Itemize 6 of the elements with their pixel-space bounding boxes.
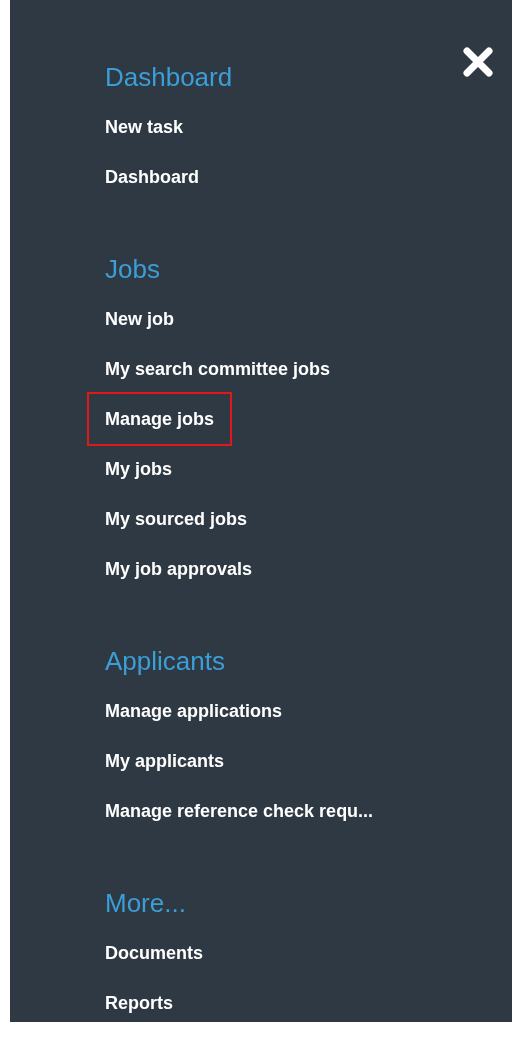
- close-icon[interactable]: [462, 46, 494, 78]
- menu-item[interactable]: Manage jobs: [87, 392, 233, 446]
- section-heading: Dashboard: [105, 61, 233, 94]
- section-heading: Jobs: [105, 253, 160, 286]
- section-heading: Applicants: [105, 645, 225, 678]
- section-heading: More...: [105, 887, 186, 920]
